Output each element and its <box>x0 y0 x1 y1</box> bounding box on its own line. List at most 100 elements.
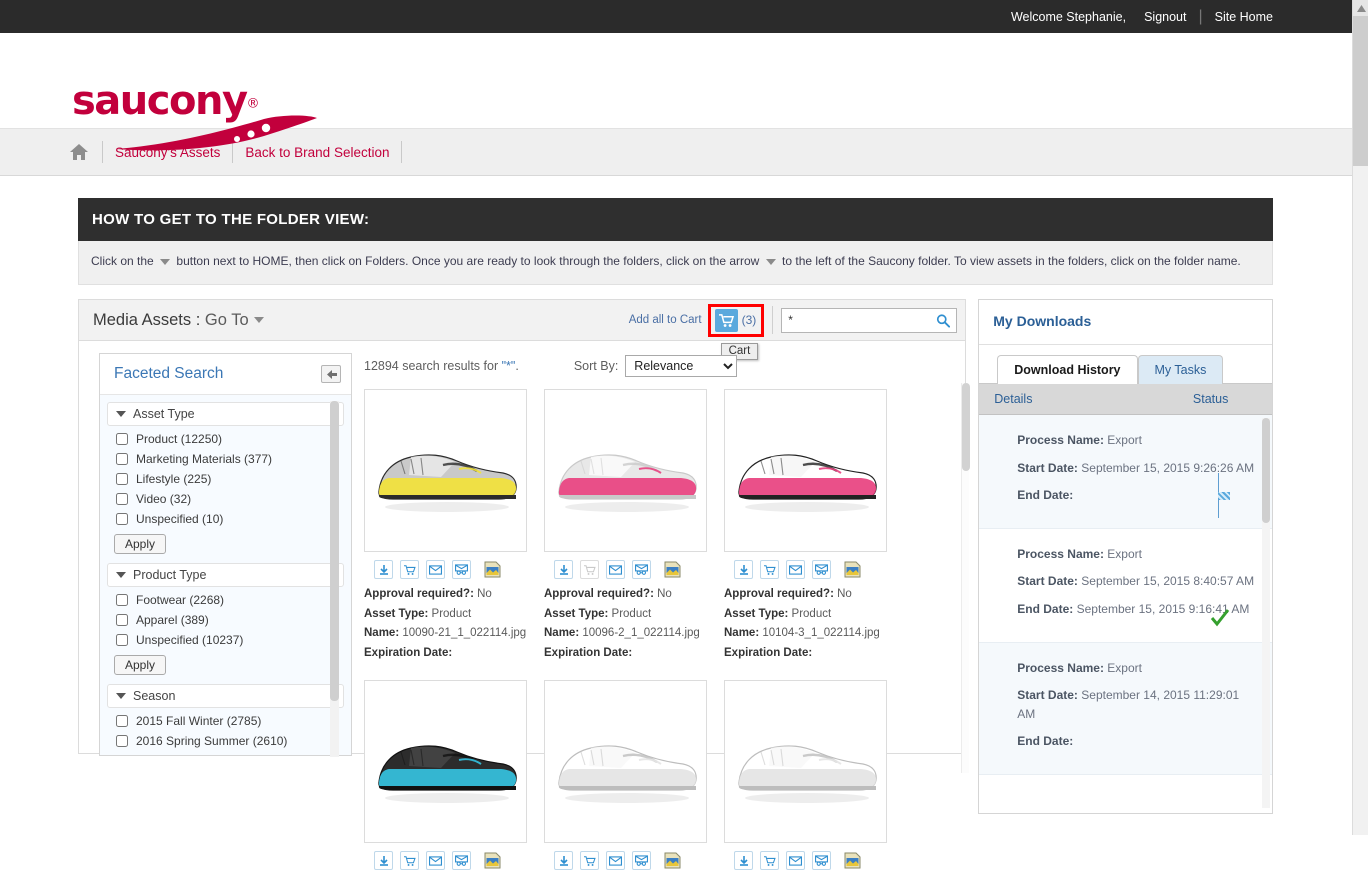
facet-option-label: Product (12250) <box>136 432 223 446</box>
download-icon[interactable] <box>734 851 753 871</box>
facet-checkbox[interactable] <box>116 735 128 747</box>
asset-thumbnail[interactable] <box>364 680 527 844</box>
sort-select[interactable]: RelevanceNameDate <box>625 355 738 377</box>
email-icon[interactable] <box>786 560 805 579</box>
home-icon[interactable] <box>68 141 90 163</box>
preview-image-icon[interactable] <box>664 852 681 869</box>
page-scrollbar-thumb[interactable] <box>1353 16 1368 166</box>
asset-meta-name: Name: 10090-21_1_022114.jpg <box>364 624 527 644</box>
preview-image-icon[interactable] <box>844 852 861 869</box>
facet-option[interactable]: Product (12250) <box>100 429 351 449</box>
asset-card[interactable] <box>364 680 527 876</box>
email-link-icon[interactable] <box>452 851 471 871</box>
tab-my-tasks[interactable]: My Tasks <box>1137 355 1224 384</box>
scroll-up-arrow[interactable] <box>1353 0 1368 16</box>
facet-option[interactable]: Footwear (2268) <box>100 590 351 610</box>
preview-image-icon[interactable] <box>664 561 681 578</box>
add-to-cart-icon[interactable] <box>580 851 599 871</box>
facet-checkbox[interactable] <box>116 614 128 626</box>
saucony-logo[interactable]: saucony® <box>72 81 317 151</box>
apply-button[interactable]: Apply <box>114 534 167 554</box>
add-to-cart-icon[interactable] <box>400 560 419 579</box>
facet-option[interactable]: Video (32) <box>100 489 351 509</box>
email-icon[interactable] <box>426 851 445 871</box>
facet-option[interactable]: 2015 Fall Winter (2785) <box>100 711 351 731</box>
download-history-row[interactable]: Process Name: Export Start Date: Septembe… <box>979 529 1272 643</box>
signout-link[interactable]: Signout <box>1144 10 1186 24</box>
search-input[interactable] <box>782 308 931 332</box>
chevron-down-icon[interactable] <box>253 317 264 324</box>
asset-card[interactable]: Approval required?: No Asset Type: Produc… <box>544 389 707 663</box>
asset-card[interactable] <box>544 680 707 876</box>
email-link-icon[interactable] <box>632 560 651 579</box>
email-link-icon[interactable] <box>812 851 831 871</box>
download-icon[interactable] <box>554 560 573 579</box>
facet-group-season[interactable]: Season <box>107 684 344 708</box>
preview-image-icon[interactable] <box>484 852 501 869</box>
facet-option[interactable]: 2014 Spring Summer (2206) <box>100 751 351 755</box>
goto-label[interactable]: Go To <box>205 311 249 329</box>
facet-group-asset-type[interactable]: Asset Type <box>107 402 344 426</box>
asset-card[interactable]: Approval required?: No Asset Type: Produc… <box>724 389 887 663</box>
download-icon[interactable] <box>374 560 393 579</box>
asset-card[interactable] <box>724 680 887 876</box>
apply-button[interactable]: Apply <box>114 655 167 675</box>
email-link-icon[interactable] <box>632 851 651 871</box>
email-icon[interactable] <box>606 560 625 579</box>
email-icon[interactable] <box>786 851 805 871</box>
asset-actions <box>544 552 707 585</box>
download-icon[interactable] <box>374 851 393 871</box>
download-end-label: End Date: <box>1017 488 1074 503</box>
facet-option[interactable]: Marketing Materials (377) <box>100 449 351 469</box>
email-link-icon[interactable] <box>812 560 831 579</box>
facet-checkbox[interactable] <box>116 634 128 646</box>
add-to-cart-icon[interactable] <box>400 851 419 871</box>
downloads-scrollbar[interactable] <box>1262 418 1270 808</box>
facet-option[interactable]: Lifestyle (225) <box>100 469 351 489</box>
site-home-link[interactable]: Site Home <box>1215 10 1273 24</box>
download-process-line: Process Name: Export <box>1017 431 1258 450</box>
add-all-to-cart-link[interactable]: Add all to Cart <box>629 314 702 326</box>
email-icon[interactable] <box>426 560 445 579</box>
asset-thumbnail[interactable] <box>724 389 887 552</box>
facet-checkbox[interactable] <box>116 513 128 525</box>
facet-scrollbar[interactable] <box>330 401 339 757</box>
facet-option-label: Footwear (2268) <box>136 593 225 607</box>
search-button[interactable] <box>930 308 957 332</box>
cart-count: (3) <box>741 313 757 327</box>
asset-meta-label: Approval required?: <box>724 588 834 600</box>
asset-thumbnail[interactable] <box>544 389 707 552</box>
add-to-cart-icon[interactable] <box>760 851 779 871</box>
download-history-row[interactable]: Process Name: Export Start Date: Septembe… <box>979 642 1272 775</box>
facet-checkbox[interactable] <box>116 453 128 465</box>
facet-option[interactable]: Unspecified (10237) <box>100 630 351 650</box>
facet-checkbox[interactable] <box>116 493 128 505</box>
download-icon[interactable] <box>554 851 573 871</box>
results-scrollbar[interactable] <box>961 383 971 773</box>
facet-checkbox[interactable] <box>116 594 128 606</box>
facet-checkbox[interactable] <box>116 433 128 445</box>
facet-option[interactable]: Apparel (389) <box>100 610 351 630</box>
cart-icon[interactable] <box>714 308 738 332</box>
facet-option[interactable]: Unspecified (10) <box>100 509 351 529</box>
page-scrollbar[interactable] <box>1352 0 1368 835</box>
email-icon[interactable] <box>606 851 625 871</box>
asset-thumbnail[interactable] <box>724 680 887 844</box>
add-to-cart-icon[interactable] <box>760 560 779 579</box>
asset-card[interactable]: Approval required?: No Asset Type: Produc… <box>364 389 527 663</box>
preview-image-icon[interactable] <box>844 561 861 578</box>
asset-thumbnail[interactable] <box>364 389 527 552</box>
asset-thumbnail[interactable] <box>544 680 707 844</box>
tab-download-history[interactable]: Download History <box>997 355 1138 384</box>
download-end-line: End Date: <box>1017 732 1258 751</box>
facet-checkbox[interactable] <box>116 473 128 485</box>
facet-option[interactable]: 2016 Spring Summer (2610) <box>100 731 351 751</box>
facet-group-label: Asset Type <box>133 407 195 421</box>
collapse-left-icon[interactable] <box>321 365 341 383</box>
facet-group-product-type[interactable]: Product Type <box>107 563 344 587</box>
preview-image-icon[interactable] <box>484 561 501 578</box>
facet-checkbox[interactable] <box>116 715 128 727</box>
download-history-row[interactable]: Process Name: Export Start Date: Septembe… <box>979 415 1272 529</box>
download-icon[interactable] <box>734 560 753 579</box>
email-link-icon[interactable] <box>452 560 471 579</box>
